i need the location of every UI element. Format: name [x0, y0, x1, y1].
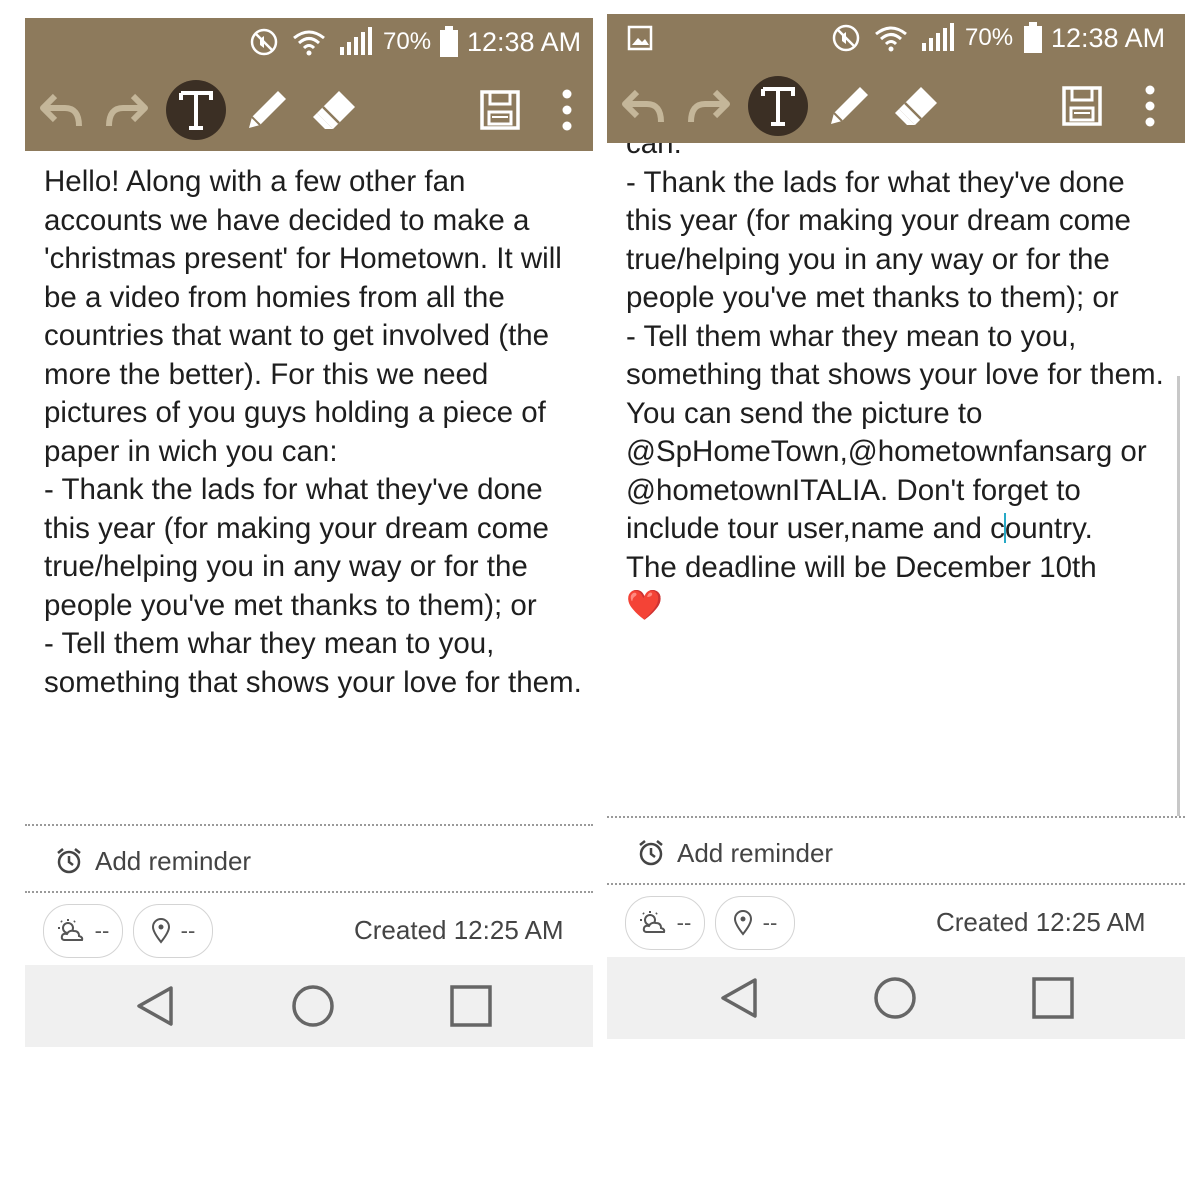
location-pin-icon [151, 918, 170, 944]
recents-icon[interactable] [1013, 957, 1093, 1039]
weather-value: -- [94, 918, 110, 943]
weather-chip[interactable]: -- [625, 896, 705, 950]
undo-icon[interactable] [613, 70, 673, 142]
note-paragraph: - Thank the lads for what they've done t… [626, 165, 1131, 315]
alarm-icon [639, 840, 663, 866]
redo-icon[interactable] [97, 74, 157, 146]
save-icon[interactable] [472, 74, 528, 146]
created-timestamp: Created 12:25 AM [936, 907, 1146, 937]
wifi-icon [291, 18, 327, 66]
back-icon[interactable] [699, 957, 779, 1039]
home-icon[interactable] [855, 957, 935, 1039]
redo-icon[interactable] [679, 70, 739, 142]
clock: 12:38 AM [1051, 22, 1166, 53]
add-reminder-label: Add reminder [677, 837, 834, 868]
weather-chip[interactable]: -- [43, 904, 123, 958]
pen-icon[interactable] [819, 70, 879, 142]
note-paragraph: You can send the picture to @SpHomeTown,… [626, 395, 1175, 549]
clock: 12:38 AM [467, 26, 582, 57]
battery-percent: 70% [383, 28, 432, 55]
app-bar: 70% 12:38 AM [25, 18, 593, 151]
note-body[interactable]: can: - Thank the lads for what they've d… [626, 125, 1175, 626]
battery-percent: 70% [965, 24, 1014, 51]
editor-toolbar [25, 74, 593, 146]
status-bar: 70% 12:38 AM [25, 18, 593, 66]
recents-icon[interactable] [431, 965, 511, 1047]
divider [25, 891, 593, 893]
gallery-icon [627, 14, 653, 62]
text-mode-icon[interactable] [164, 74, 228, 146]
divider [607, 883, 1185, 885]
mute-icon [249, 18, 279, 66]
app-bar: 70% 12:38 AM [607, 14, 1185, 143]
location-chip[interactable]: -- [133, 904, 213, 958]
weather-icon [639, 911, 665, 933]
heart-emoji: ❤️ [626, 589, 663, 622]
more-vert-icon[interactable] [1130, 70, 1170, 142]
created-timestamp: Created 12:25 AM [354, 915, 564, 945]
screenshot-left: 70% 12:38 AM Hello! Along with a few oth… [25, 18, 593, 1047]
note-body[interactable]: Hello! Along with a few other fan accoun… [44, 163, 583, 702]
battery-icon [1023, 14, 1043, 62]
note-paragraph: - Tell them whar they mean to you, somet… [44, 627, 582, 699]
signal-icon [338, 18, 374, 66]
location-chip[interactable]: -- [715, 896, 795, 950]
more-vert-icon[interactable] [547, 74, 587, 146]
navigation-bar [607, 957, 1185, 1039]
note-paragraph: - Thank the lads for what they've done t… [44, 473, 549, 622]
navigation-bar [25, 965, 593, 1047]
add-reminder-label: Add reminder [95, 845, 252, 876]
note-paragraph: - Tell them whar they mean to you, somet… [626, 319, 1164, 392]
weather-icon [57, 919, 83, 941]
divider [607, 816, 1185, 818]
status-bar: 70% 12:38 AM [607, 14, 1185, 62]
eraser-icon[interactable] [305, 74, 365, 146]
add-reminder-button[interactable]: Add reminder [55, 841, 251, 881]
wifi-icon [873, 14, 909, 62]
text-mode-icon[interactable] [746, 70, 810, 142]
note-paragraph: Hello! Along with a few other fan accoun… [44, 165, 562, 468]
mute-icon [831, 14, 861, 62]
divider [25, 824, 593, 826]
location-pin-icon [733, 910, 752, 936]
signal-icon [920, 14, 956, 62]
send-text-end: ountry. [1004, 512, 1093, 545]
location-value: -- [180, 918, 196, 943]
eraser-icon[interactable] [887, 70, 947, 142]
note-paragraph: The deadline will be December 10th [626, 550, 1097, 584]
scrollbar[interactable] [1177, 376, 1180, 816]
pen-icon[interactable] [237, 74, 297, 146]
home-icon[interactable] [273, 965, 353, 1047]
weather-value: -- [676, 910, 692, 935]
location-value: -- [762, 910, 778, 935]
editor-toolbar [607, 70, 1185, 142]
save-icon[interactable] [1054, 70, 1110, 142]
battery-icon [439, 18, 459, 66]
screenshot-right: 70% 12:38 AM can: - Thank the lads for w… [607, 14, 1185, 1039]
undo-icon[interactable] [31, 74, 91, 146]
alarm-icon [57, 848, 81, 874]
back-icon[interactable] [115, 965, 195, 1047]
add-reminder-button[interactable]: Add reminder [637, 833, 833, 873]
